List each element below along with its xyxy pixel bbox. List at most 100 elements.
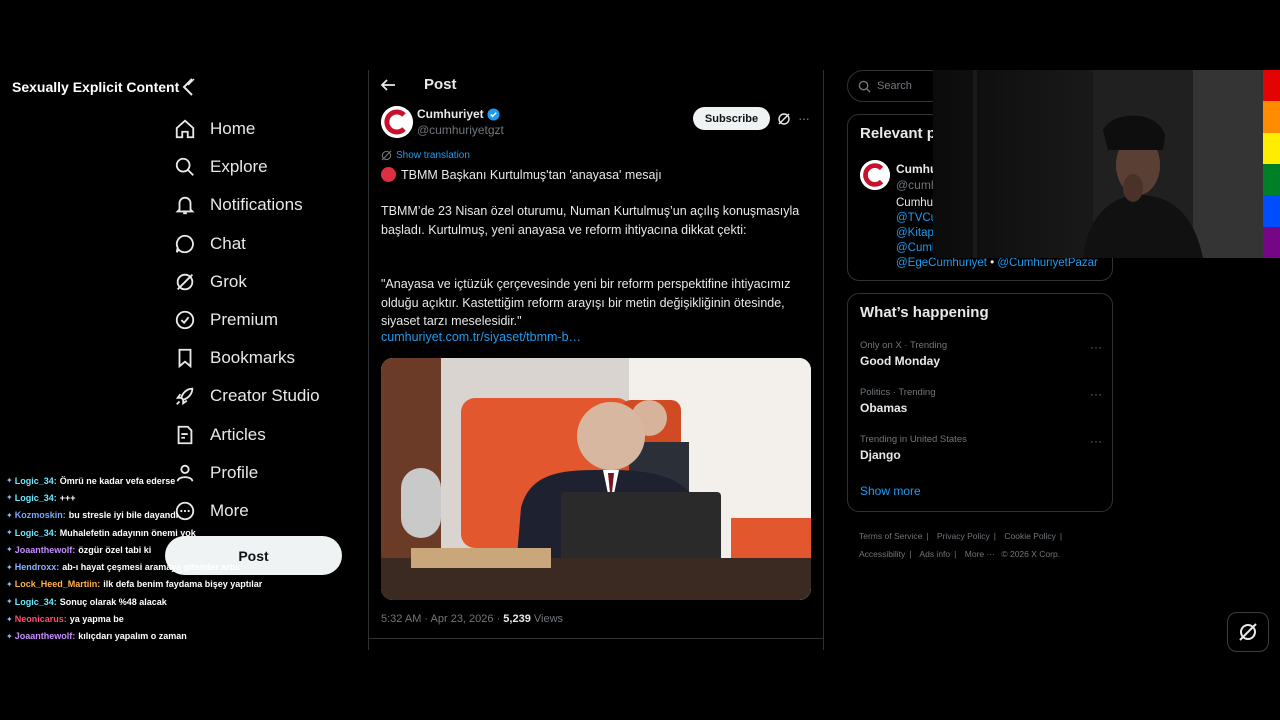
chat-badge-icon: ✦ — [6, 562, 13, 572]
trend-item[interactable]: Politics · Trending Obamas ··· — [860, 387, 1102, 415]
nav-item-explore[interactable]: Explore — [172, 148, 352, 186]
show-translation-text: Show translation — [396, 150, 470, 161]
more-options-icon[interactable]: ··· — [798, 110, 810, 126]
post-photo[interactable] — [381, 358, 811, 600]
verified-badge-icon — [487, 107, 500, 121]
chat-badge-icon: ✦ — [6, 579, 13, 589]
chat-badge-icon: ✦ — [6, 528, 13, 538]
chat-username[interactable]: Joaanthewolf: — [15, 631, 76, 641]
views-count: 5,239 — [503, 613, 531, 625]
footer-link[interactable]: Terms of Service — [859, 531, 922, 541]
grok-floating-button[interactable] — [1227, 612, 1269, 652]
footer-separator: | — [993, 531, 997, 541]
bio-mention-row: @EgeCumhuriyet • @CumhuriyetPazar — [896, 257, 1098, 269]
webcam-overlay — [933, 70, 1263, 258]
trend-item[interactable]: Trending in United States Django ··· — [860, 434, 1102, 462]
nav-item-notifications[interactable]: Notifications — [172, 186, 352, 224]
author-avatar[interactable] — [381, 106, 413, 138]
relevant-person-avatar[interactable] — [860, 160, 890, 190]
post-headline: TBMM Başkanı Kurtulmuş'tan 'anayasa' mes… — [381, 167, 662, 182]
more-options-icon[interactable]: ··· — [1090, 434, 1102, 448]
chat-badge-icon: ✦ — [6, 476, 13, 486]
nav-label: Creator Studio — [210, 386, 320, 406]
chat-username[interactable]: Kozmoskin: — [15, 510, 66, 520]
content-warning-label: Sexually Explicit Content — [6, 76, 194, 98]
nav-item-articles[interactable]: Articles — [172, 416, 352, 454]
cumhuriyet-logo-icon — [860, 160, 890, 190]
column-divider — [368, 70, 369, 650]
nav-label: Grok — [210, 271, 247, 291]
chat-message: ✦ Logic_34: Sonuç olarak %48 alacak — [6, 593, 306, 610]
page-title: Post — [424, 76, 457, 93]
subscribe-button[interactable]: Subscribe — [693, 107, 770, 130]
chat-username[interactable]: Hendroxx: — [15, 562, 60, 572]
views-label: Views — [530, 613, 564, 625]
footer-link[interactable]: Ads info — [919, 549, 950, 559]
stream-chat-overlay: ✦ Logic_34: Ömrü ne kadar vefa ederse ✦ Logi… — [6, 472, 306, 645]
chat-username[interactable]: Logic_34: — [15, 597, 57, 607]
footer-separator: | — [1059, 531, 1063, 541]
chat-username[interactable]: Logic_34: — [15, 528, 57, 538]
chat-badge-icon: ✦ — [6, 493, 13, 503]
chat-text: bu stresle iyi bile dayandı — [68, 510, 179, 521]
parliament-speaker-photo — [381, 358, 811, 600]
author-handle[interactable]: @cumhuriyetgzt — [417, 123, 504, 137]
chat-username[interactable]: Lock_Heed_Martiin: — [15, 579, 101, 589]
more-options-icon[interactable]: ··· — [1090, 340, 1102, 354]
nav-item-grok[interactable]: Grok — [172, 263, 352, 301]
chat-username[interactable]: Logic_34: — [15, 493, 57, 503]
footer-more-link[interactable]: More ··· — [965, 549, 995, 559]
trend-context: Trending in United States — [860, 434, 967, 445]
nav-label: Notifications — [210, 195, 303, 215]
chat-text: ab-ı hayat çeşmesi aramaya gitsinler art… — [62, 562, 241, 573]
chat-text: Muhalefetin adayının önemi yok — [59, 527, 196, 538]
article-edit-icon — [177, 425, 193, 444]
nav-item-home[interactable]: Home — [172, 110, 352, 148]
grok-icon — [1239, 623, 1257, 641]
footer-link[interactable]: Cookie Policy — [1004, 531, 1056, 541]
post-paragraph-2: "Anayasa ve içtüzük çerçevesinde yeni bi… — [381, 277, 791, 328]
cumhuriyet-logo-icon — [381, 106, 413, 138]
nav-item-chat[interactable]: Chat — [172, 225, 352, 263]
trend-context: Politics · Trending — [860, 387, 936, 398]
chat-bubble-icon — [175, 234, 194, 253]
footer-separator: | — [954, 549, 957, 559]
chat-message: ✦ Logic_34: Muhalefetin adayının önemi yok — [6, 524, 306, 541]
footer-link[interactable]: Privacy Policy — [937, 531, 990, 541]
x-logo-icon[interactable] — [180, 78, 196, 96]
author-name-text: Cumhuriyet — [417, 107, 484, 121]
show-translation-link[interactable]: Show translation — [381, 150, 470, 161]
nav-item-bookmarks[interactable]: Bookmarks — [172, 339, 352, 377]
column-divider — [823, 70, 824, 650]
trend-item[interactable]: Only on X · Trending Good Monday ··· — [860, 340, 1102, 368]
nav-label: Premium — [210, 310, 279, 330]
red-circle-icon — [381, 167, 396, 182]
nav-label: Articles — [210, 424, 266, 444]
chat-username[interactable]: Logic_34: — [15, 476, 57, 486]
chat-text: Sonuç olarak %48 alacak — [59, 596, 167, 607]
post-timestamp[interactable]: 5:32 AM · Apr 23, 2026 · — [381, 613, 503, 625]
primary-nav: Home Explore Notifications Chat Grok Pre… — [172, 110, 352, 530]
chat-username[interactable]: Joaanthewolf: — [15, 545, 76, 555]
bio-mention[interactable]: @EgeCumhuriyet — [896, 257, 987, 269]
more-options-icon[interactable]: ··· — [1090, 387, 1102, 401]
search-icon — [175, 158, 194, 177]
grok-icon[interactable] — [777, 112, 791, 126]
nav-item-creator-studio[interactable]: Creator Studio — [172, 377, 352, 415]
nav-item-premium[interactable]: Premium — [172, 301, 352, 339]
footer-link[interactable]: Accessibility — [859, 549, 905, 559]
footer-separator: | — [909, 549, 912, 559]
show-more-link[interactable]: Show more — [860, 484, 921, 498]
streamer-webcam-image — [973, 70, 1263, 258]
bio-mention[interactable]: @CumhuriyetPazar — [997, 257, 1098, 269]
chat-username[interactable]: Neonicarus: — [15, 614, 67, 624]
chat-message: ✦ Joaanthewolf: kılıçdarı yapalım o zaman — [6, 628, 306, 645]
author-name[interactable]: Cumhuriyet — [417, 107, 500, 121]
translate-icon — [381, 150, 392, 161]
chat-text: kılıçdarı yapalım o zaman — [78, 631, 187, 642]
nav-label: Explore — [210, 157, 268, 177]
home-icon — [175, 119, 195, 139]
back-arrow-icon[interactable] — [380, 77, 396, 93]
chat-text: Ömrü ne kadar vefa ederse — [59, 475, 176, 486]
article-link[interactable]: cumhuriyet.com.tr/siyaset/tbmm-b… — [381, 330, 581, 344]
